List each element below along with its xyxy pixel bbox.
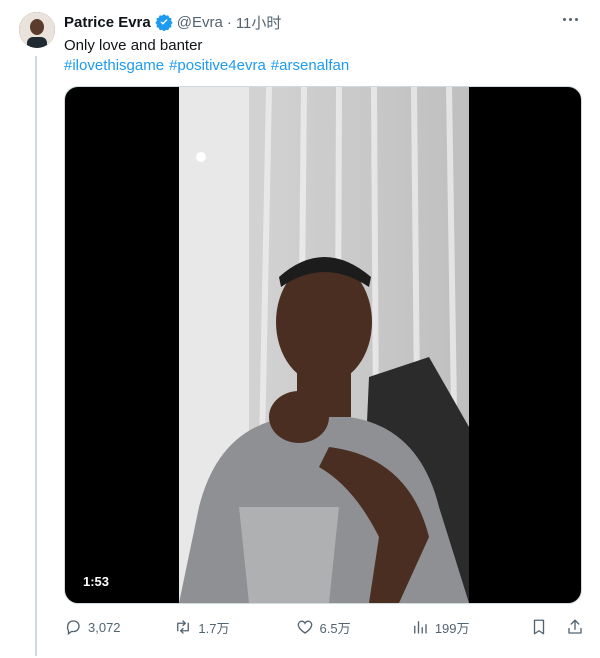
video-duration: 1:53 (77, 572, 116, 591)
video-player[interactable]: 1:53 (64, 86, 582, 604)
author-name[interactable]: Patrice Evra (64, 14, 151, 31)
hashtag-link[interactable]: #ilovethisgame (64, 56, 164, 76)
verified-badge-icon (155, 13, 173, 31)
views-count: 199万 (434, 620, 470, 636)
right-actions (530, 618, 584, 636)
reply-button[interactable]: 3,072 (64, 618, 174, 636)
more-dot (563, 18, 566, 21)
tweet-text: Only love and banter (64, 37, 203, 54)
tweet-header: Patrice Evra @Evra · 11小时 (64, 12, 281, 32)
hashtag-link[interactable]: #arsenalfan (271, 56, 349, 76)
retweet-button[interactable]: 1.7万 (174, 618, 295, 637)
avatar[interactable] (19, 12, 55, 48)
more-dot (569, 18, 572, 21)
author-handle[interactable]: @Evra (177, 14, 223, 31)
thread-line (35, 56, 37, 656)
retweet-count: 1.7万 (198, 620, 230, 636)
video-thumbnail (179, 87, 469, 603)
like-count: 6.5万 (319, 620, 351, 636)
like-button[interactable]: 6.5万 (296, 618, 411, 637)
hashtags: #ilovethisgame #positive4evra #arsenalfa… (64, 56, 349, 76)
action-bar: 3,072 1.7万 6.5万 199万 (64, 614, 584, 640)
reply-icon (66, 620, 80, 636)
heart-icon (297, 620, 312, 634)
timestamp[interactable]: 11小时 (236, 12, 282, 33)
share-icon (568, 619, 582, 634)
avatar-image (19, 12, 55, 48)
retweet-icon (177, 620, 190, 634)
bookmark-button[interactable] (530, 618, 548, 636)
separator-dot: · (226, 13, 232, 31)
share-button[interactable] (566, 618, 584, 636)
hashtag-link[interactable]: #positive4evra (169, 56, 266, 76)
bookmark-icon (533, 619, 545, 635)
views-icon (413, 621, 427, 634)
more-icon[interactable] (559, 14, 582, 25)
video-frame[interactable] (179, 87, 469, 603)
views-button[interactable]: 199万 (411, 618, 530, 637)
more-dot (575, 18, 578, 21)
reply-count: 3,072 (88, 619, 121, 635)
